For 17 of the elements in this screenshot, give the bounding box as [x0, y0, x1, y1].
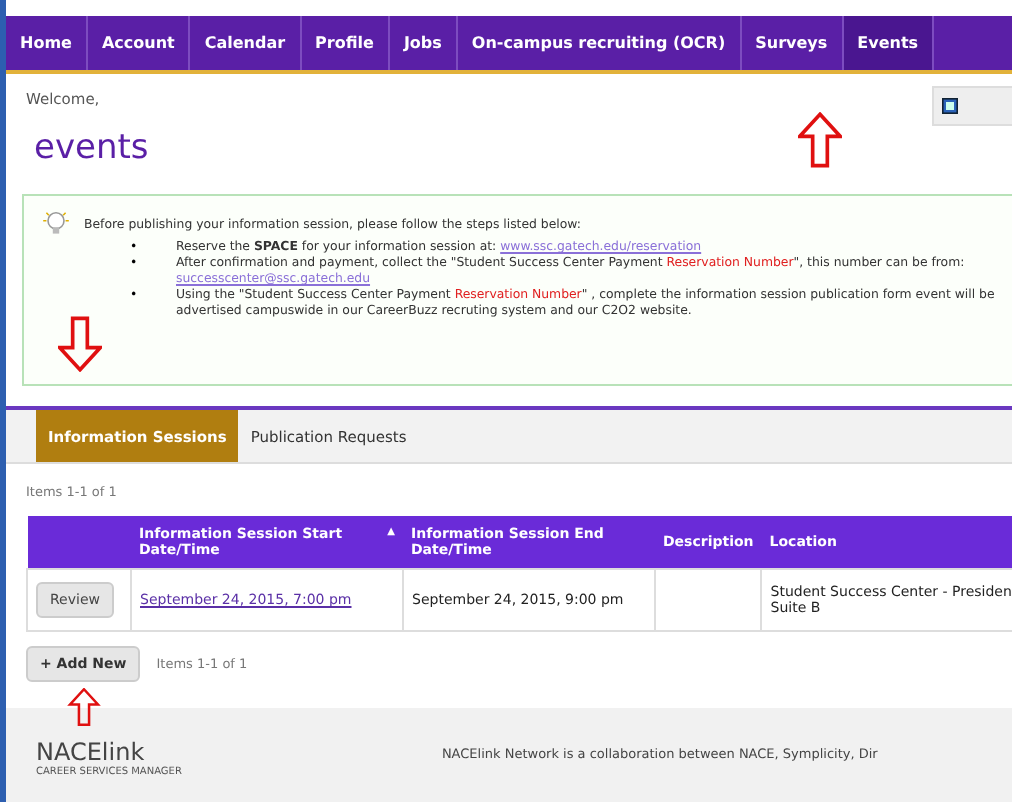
nav-tab[interactable]: Events	[843, 16, 935, 70]
table-cell	[655, 569, 762, 631]
window-icon	[942, 98, 958, 114]
logo-text: NACElink	[36, 738, 147, 766]
page-title: events	[34, 128, 149, 168]
lightbulb-icon	[40, 208, 72, 240]
header-cell	[27, 516, 131, 569]
nav-tab[interactable]: Calendar	[190, 16, 302, 70]
nav-tab[interactable]: Home	[6, 16, 88, 70]
nav-tab[interactable]: Account	[87, 16, 191, 70]
down-arrow-icon	[58, 316, 102, 372]
toolbar-widget[interactable]	[932, 86, 1012, 126]
nav-tab[interactable]: On-campus recruiting (OCR)	[457, 16, 742, 70]
nav-tab[interactable]: Profile	[301, 16, 390, 70]
up-arrow-icon	[66, 688, 102, 726]
up-arrow-icon	[798, 112, 842, 168]
nav-tab[interactable]: Jobs	[389, 16, 458, 70]
